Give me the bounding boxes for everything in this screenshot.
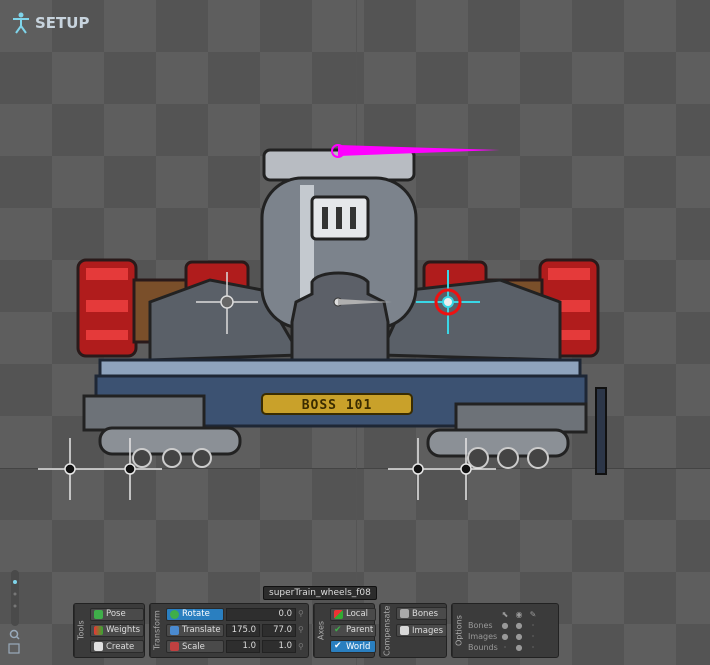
left-chassis: [82, 394, 206, 432]
name-tag-icon: ✎: [529, 609, 537, 619]
option-images-label: Images: [468, 631, 498, 641]
weights-icon: [94, 625, 103, 635]
pose-icon: [94, 609, 103, 619]
check-icon: ✔: [334, 624, 342, 635]
viewport-scene[interactable]: BOSS 101: [0, 0, 710, 665]
translate-x-value[interactable]: 175.0: [226, 623, 260, 637]
translate-tool-button[interactable]: Translate: [166, 623, 224, 637]
options-panel: Options ⬉ ◉ ✎ Bones ● ● · Images ● ● · Bound…: [451, 603, 559, 658]
option-bounds-label: Bounds: [468, 642, 498, 652]
attachment-tooltip: superTrain_wheels_f08: [263, 586, 377, 600]
rotate-value[interactable]: 0.0: [226, 607, 296, 621]
local-axes-button[interactable]: Local: [330, 607, 376, 621]
scale-icon: [170, 642, 179, 652]
transform-title: Transform: [150, 604, 163, 657]
scale-tool-button[interactable]: Scale: [166, 640, 224, 654]
translate-icon: [170, 625, 179, 635]
translate-lock-icon[interactable]: ⚲: [298, 625, 306, 635]
scale-y-value[interactable]: 1.0: [262, 640, 296, 654]
bones-visible-toggle[interactable]: ●: [512, 621, 526, 630]
rotate-icon: [170, 609, 179, 619]
bounds-visible-toggle[interactable]: ●: [512, 643, 526, 652]
options-title: Options: [452, 604, 465, 657]
check-icon: ✔: [334, 641, 342, 652]
pose-tool-button[interactable]: Pose: [90, 607, 145, 621]
visibility-icon: ◉: [515, 609, 523, 619]
scale-x-value[interactable]: 1.0: [226, 640, 260, 654]
tools-panel: Tools Pose Weights Create: [73, 603, 145, 658]
tools-title: Tools: [74, 604, 87, 657]
images-visible-toggle[interactable]: ●: [512, 632, 526, 641]
selected-bone: [338, 145, 500, 156]
option-bones-label: Bones: [468, 620, 493, 630]
world-axes-button[interactable]: ✔ World: [330, 640, 376, 654]
left-track: [98, 426, 242, 468]
right-buffer: [595, 387, 607, 475]
bones-select-toggle[interactable]: ●: [498, 621, 512, 630]
bones-icon: [400, 609, 409, 618]
local-axes-icon: [334, 609, 343, 619]
compensate-panel: Compensate Bones Images: [379, 603, 448, 658]
transform-panel: Transform Rotate 0.0 ⚲ Translate 175.0 7…: [149, 603, 309, 658]
axes-panel: Axes Local ✔ Parent ✔ World: [313, 603, 376, 658]
compensate-title: Compensate: [380, 604, 393, 657]
fit-view-icon: [8, 643, 20, 654]
translate-y-value[interactable]: 77.0: [262, 623, 296, 637]
boss-plate-text: BOSS 101: [302, 398, 373, 413]
images-icon: [400, 626, 409, 635]
images-select-toggle[interactable]: ●: [498, 632, 512, 641]
bones-names-toggle[interactable]: ·: [526, 621, 540, 630]
rotate-tool-button[interactable]: Rotate: [166, 607, 224, 621]
create-icon: [94, 642, 103, 652]
scale-lock-icon[interactable]: ⚲: [298, 642, 306, 652]
zoom-slider[interactable]: [7, 570, 23, 656]
parent-axes-button[interactable]: ✔ Parent: [330, 623, 376, 637]
right-chassis: [454, 402, 588, 434]
create-tool-button[interactable]: Create: [90, 640, 145, 654]
axes-title: Axes: [314, 604, 327, 657]
rotate-lock-icon[interactable]: ⚲: [298, 609, 306, 619]
right-track: [426, 428, 570, 469]
compensate-bones-button[interactable]: Bones: [396, 607, 448, 620]
images-names-toggle[interactable]: ·: [526, 632, 540, 641]
compensate-images-button[interactable]: Images: [396, 624, 448, 637]
zoom-icon: [9, 629, 20, 640]
bounds-select-toggle[interactable]: ·: [498, 643, 512, 652]
select-icon: ⬉: [501, 609, 509, 619]
weights-tool-button[interactable]: Weights: [90, 623, 145, 637]
bounds-names-toggle[interactable]: ·: [526, 643, 540, 652]
